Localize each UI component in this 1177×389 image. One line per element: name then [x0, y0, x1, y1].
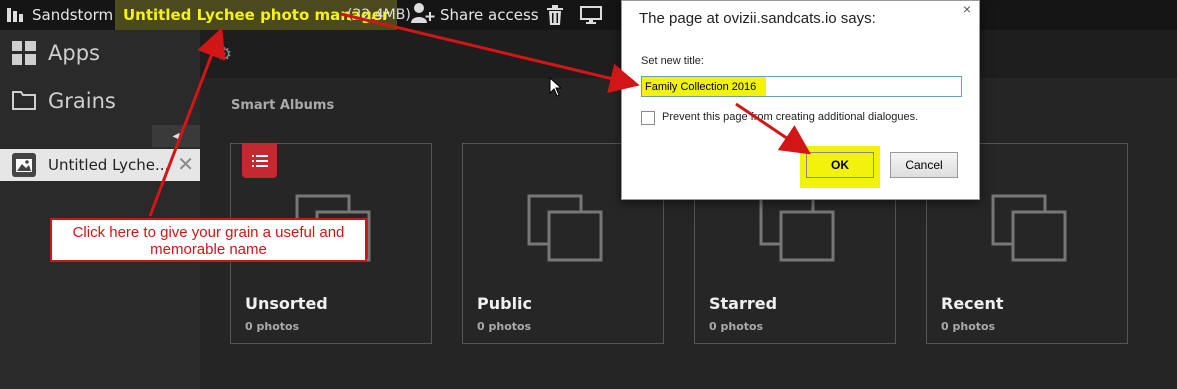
arrow-to-title	[148, 27, 226, 217]
arrow-to-ok	[735, 102, 811, 155]
annotation-arrows	[148, 12, 811, 217]
arrow-to-input	[340, 12, 640, 94]
mouse-cursor-icon	[549, 77, 563, 97]
